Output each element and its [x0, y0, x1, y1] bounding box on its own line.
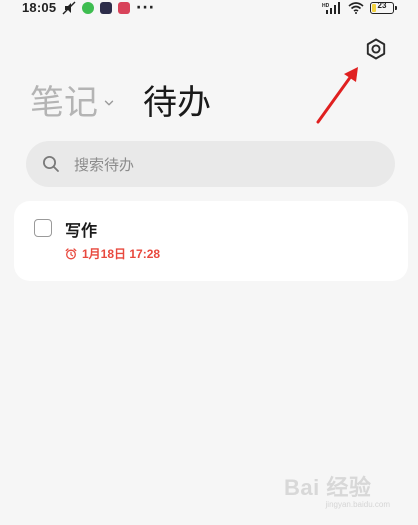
- wechat-icon: [82, 2, 94, 14]
- signal-icon: HD: [322, 2, 340, 14]
- todo-item[interactable]: 写作 1月18日 17:28: [14, 201, 408, 281]
- watermark-logo: Bai 经验: [284, 475, 372, 500]
- gear-icon: [366, 38, 386, 60]
- annotation-arrow: [316, 67, 358, 124]
- wifi-icon: [348, 2, 364, 14]
- battery-cap: [395, 6, 397, 10]
- status-bar: 18:05 ··· HD 23: [0, 0, 418, 16]
- chevron-down-icon: [104, 100, 114, 106]
- status-notification-icons: ···: [62, 1, 155, 15]
- svg-text:HD: HD: [322, 3, 330, 9]
- todo-reminder: 1月18日 17:28: [65, 245, 160, 262]
- search-icon: [43, 156, 59, 172]
- battery-icon: 23: [370, 1, 397, 14]
- tab-notes[interactable]: 笔记: [30, 82, 114, 124]
- battery-level: 23: [377, 1, 387, 10]
- more-notifications-icon: ···: [136, 0, 155, 16]
- app-k-icon: [100, 2, 112, 14]
- status-system-icons: HD 23: [322, 1, 397, 15]
- app-red-icon: [118, 2, 130, 14]
- status-time: 18:05: [22, 0, 57, 15]
- tab-notes-label: 笔记: [30, 83, 98, 123]
- todo-reminder-time: 1月18日 17:28: [82, 247, 161, 261]
- mute-icon: [62, 1, 76, 15]
- search-input[interactable]: 搜索待办: [26, 141, 395, 187]
- watermark: Bai 经验 jingyan.baidu.com: [284, 470, 394, 516]
- todo-checkbox[interactable]: [34, 219, 52, 237]
- alarm-clock-icon: [65, 247, 77, 259]
- tab-todo[interactable]: 待办: [143, 82, 211, 124]
- todo-title: 写作: [65, 221, 98, 240]
- settings-button[interactable]: [363, 36, 389, 62]
- search-placeholder: 搜索待办: [74, 155, 135, 174]
- tab-todo-label: 待办: [143, 83, 211, 123]
